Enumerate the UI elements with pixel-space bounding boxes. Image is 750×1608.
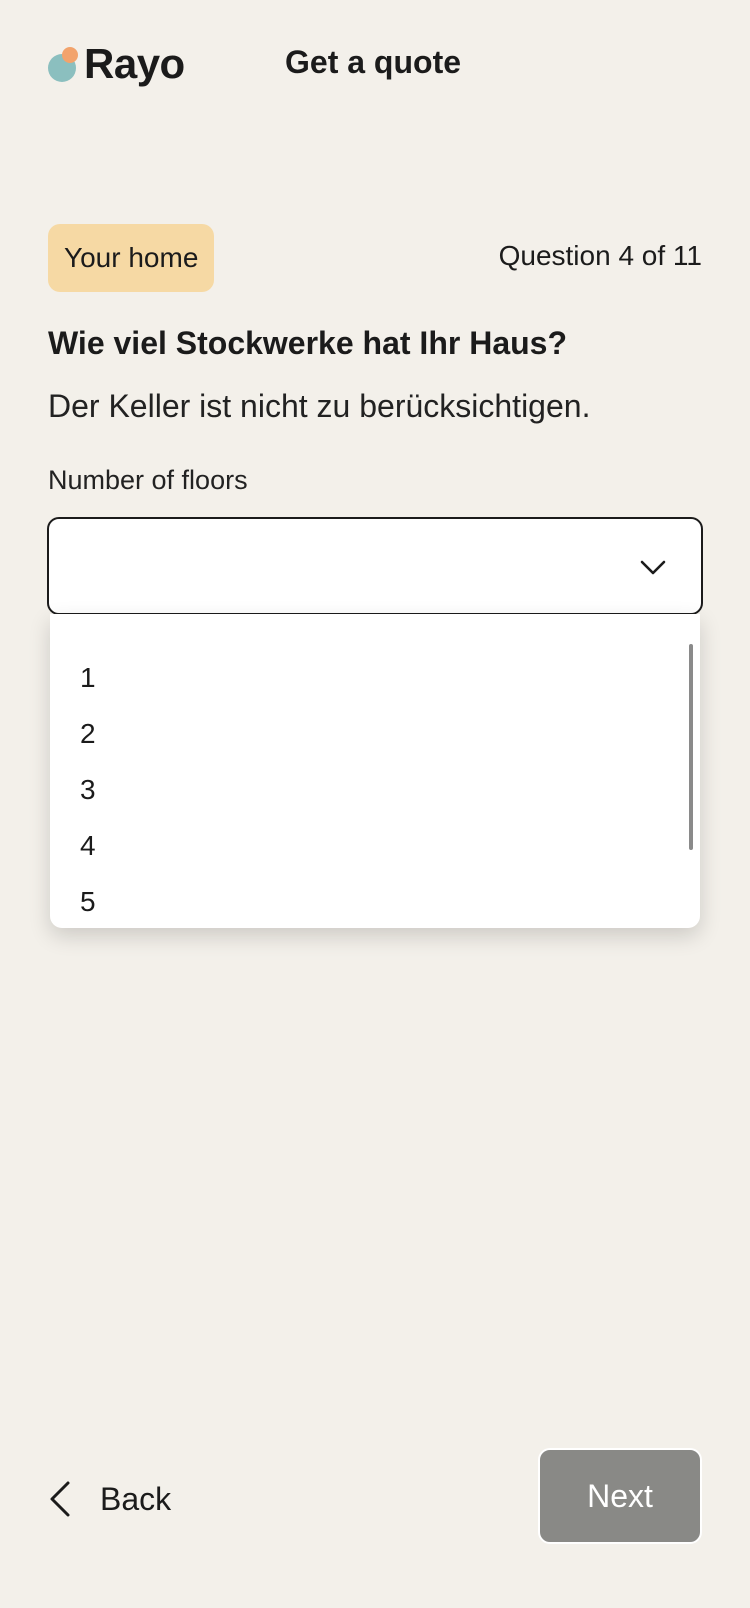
dropdown-option-3[interactable]: 3: [80, 770, 96, 810]
logo-mark-icon: [48, 44, 78, 84]
logo-dot-orange: [62, 47, 78, 63]
back-label: Back: [100, 1480, 172, 1517]
question-title: Wie viel Stockwerke hat Ihr Haus?: [48, 325, 567, 361]
section-badge: Your home: [48, 224, 215, 292]
question-hint: Der Keller ist nicht zu berücksichtigen.: [48, 388, 591, 424]
header: Rayo Get a quote: [0, 0, 750, 130]
back-button[interactable]: Back: [46, 1474, 171, 1524]
logo[interactable]: Rayo: [48, 38, 185, 90]
dropdown-option-5[interactable]: 5: [80, 882, 96, 922]
floors-dropdown-list: 1 2 3 4 5: [50, 614, 700, 928]
next-button[interactable]: Next: [538, 1448, 702, 1544]
question-counter: Question 4 of 11: [498, 240, 702, 271]
floors-select[interactable]: [47, 517, 703, 615]
dropdown-option-1[interactable]: 1: [80, 658, 96, 698]
dropdown-option-4[interactable]: 4: [80, 826, 96, 866]
logo-text: Rayo: [84, 40, 185, 87]
chevron-left-icon: [50, 1481, 70, 1517]
chevron-down-icon: [640, 560, 666, 575]
dropdown-option-2[interactable]: 2: [80, 714, 96, 754]
floors-field-label: Number of floors: [48, 465, 248, 495]
page-title: Get a quote: [285, 44, 462, 80]
dropdown-scrollbar[interactable]: [689, 644, 693, 850]
